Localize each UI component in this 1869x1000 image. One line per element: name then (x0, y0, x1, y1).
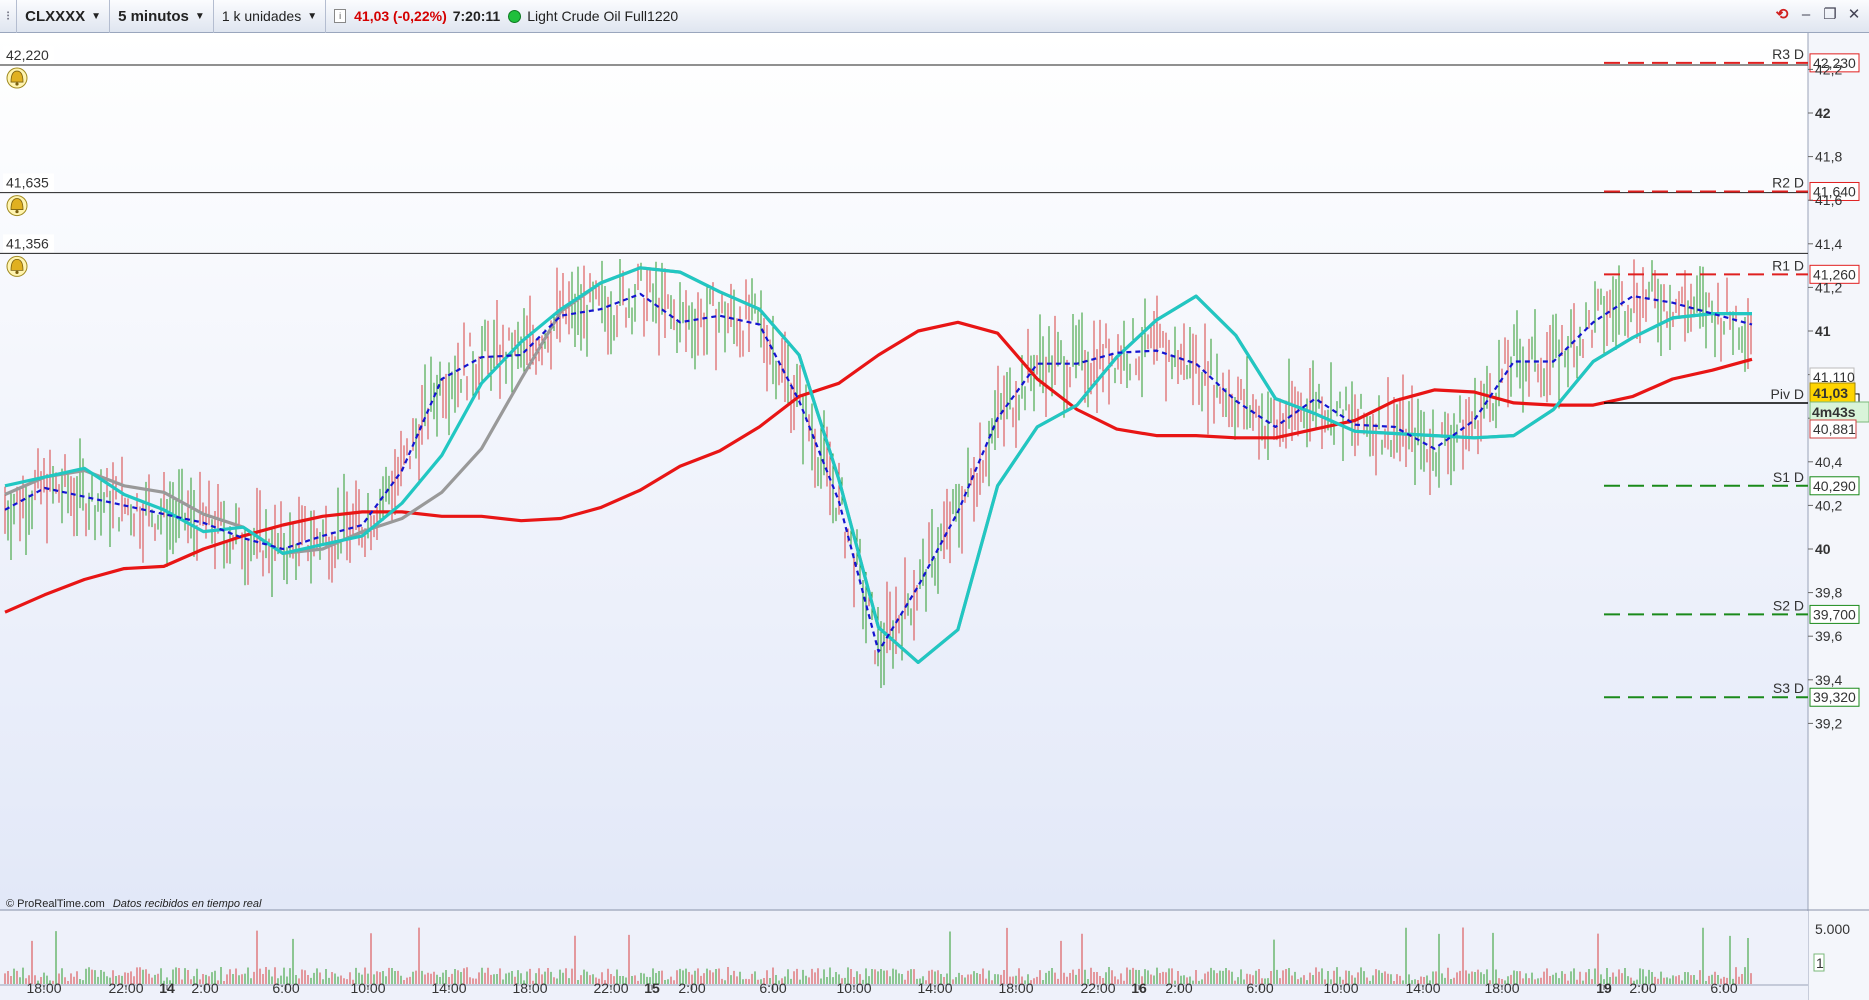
x-tick-label: 10:00 (1323, 980, 1358, 996)
pivot-value: 40,290 (1813, 478, 1856, 494)
volume-panel[interactable] (0, 911, 1808, 1000)
toolbar: ⁝ CLXXXX ▼ 5 minutos ▼ 1 k unidades ▼ i … (0, 0, 1869, 33)
last-price-tag: 41,03 (1813, 385, 1848, 401)
y-tick-label: 40,4 (1815, 454, 1842, 470)
restore-button[interactable]: ❐ (1821, 6, 1839, 24)
y-tick-label: 41 (1815, 323, 1831, 339)
alert-price-label: 41,356 (6, 235, 49, 251)
pivot-name: R2 D (1772, 174, 1804, 190)
volume-axis-top: 5.000 (1815, 921, 1850, 937)
y-tick-label: 41,6 (1815, 192, 1842, 208)
price-change: 41,03 (-0,22%) (354, 8, 447, 24)
price-axis[interactable] (1808, 33, 1869, 1000)
y-tick-label: 40,2 (1815, 497, 1842, 513)
alert-price-label: 41,635 (6, 175, 49, 191)
chevron-down-icon: ▼ (307, 10, 318, 22)
bell-icon[interactable] (6, 195, 28, 217)
timeframe-selector[interactable]: 5 minutos ▼ (110, 0, 214, 33)
alert-price-label: 42,220 (6, 47, 49, 63)
pivot-name: S1 D (1773, 469, 1804, 485)
close-button[interactable]: ✕ (1845, 6, 1863, 24)
y-tick-label: 39,8 (1815, 585, 1842, 601)
app-menu-button[interactable]: ⁝ (0, 0, 18, 33)
pivot-name: R3 D (1772, 46, 1804, 62)
candle-countdown: 4m43s (1812, 404, 1856, 420)
y-tick-label: 41,4 (1815, 236, 1842, 252)
y-tick-label: 39,6 (1815, 628, 1842, 644)
quote-time: 7:20:11 (452, 8, 501, 24)
red-level-tag: 40,881 (1813, 421, 1856, 437)
credit-source: © ProRealTime.com (6, 898, 105, 910)
symbol-label: CLXXXX (25, 7, 86, 25)
pivot-name: S3 D (1773, 680, 1804, 696)
x-tick-label: 22:00 (1080, 980, 1115, 996)
chevron-down-icon: ▼ (91, 10, 102, 22)
y-tick-label: 40 (1815, 541, 1831, 557)
provider-credit: © ProRealTime.com Datos recibidos en tie… (6, 898, 262, 910)
pivot-name: S2 D (1773, 597, 1804, 613)
chevron-down-icon: ▼ (194, 10, 205, 22)
plot-area[interactable] (0, 33, 1808, 910)
pivot-value: 39,320 (1813, 689, 1856, 705)
y-tick-label: 42 (1815, 105, 1831, 121)
pivot-name: Piv D (1771, 386, 1804, 402)
units-label: 1 k unidades (221, 8, 302, 24)
info-icon[interactable]: i (334, 9, 347, 23)
y-tick-label: 39,4 (1815, 672, 1842, 688)
window-controls: ⟲ – ❐ ✕ (1773, 6, 1863, 24)
volume-axis-bottom: 1 (1816, 955, 1824, 971)
symbol-selector[interactable]: CLXXXX ▼ (17, 0, 111, 33)
pivot-name: R1 D (1772, 257, 1804, 273)
y-tick-label: 42,2 (1815, 61, 1842, 77)
x-tick-label: 22:00 (108, 980, 143, 996)
quote-info: i 41,03 (-0,22%) 7:20:11 Light Crude Oil… (326, 0, 686, 33)
bell-icon[interactable] (6, 67, 28, 89)
timeframe-label: 5 minutos (118, 7, 189, 25)
menu-icon: ⁝ (6, 8, 11, 23)
y-tick-label: 41,2 (1815, 279, 1842, 295)
credit-note: Datos recibidos en tiempo real (113, 898, 262, 910)
y-tick-label: 41,8 (1815, 149, 1842, 165)
y-tick-label: 39,2 (1815, 715, 1842, 731)
units-selector[interactable]: 1 k unidades ▼ (214, 0, 327, 33)
price-chart[interactable]: 42,22041,63541,356 R3 D42,230R2 D41,640R… (0, 33, 1869, 1000)
minimize-button[interactable]: – (1797, 6, 1815, 24)
instrument-name: Light Crude Oil Full1220 (527, 8, 679, 24)
x-tick-label: 14:00 (1405, 980, 1440, 996)
realtime-status-icon (508, 9, 522, 23)
bell-icon[interactable] (6, 255, 28, 277)
sync-icon[interactable]: ⟲ (1773, 6, 1791, 24)
pivot-value: 39,700 (1813, 606, 1856, 622)
